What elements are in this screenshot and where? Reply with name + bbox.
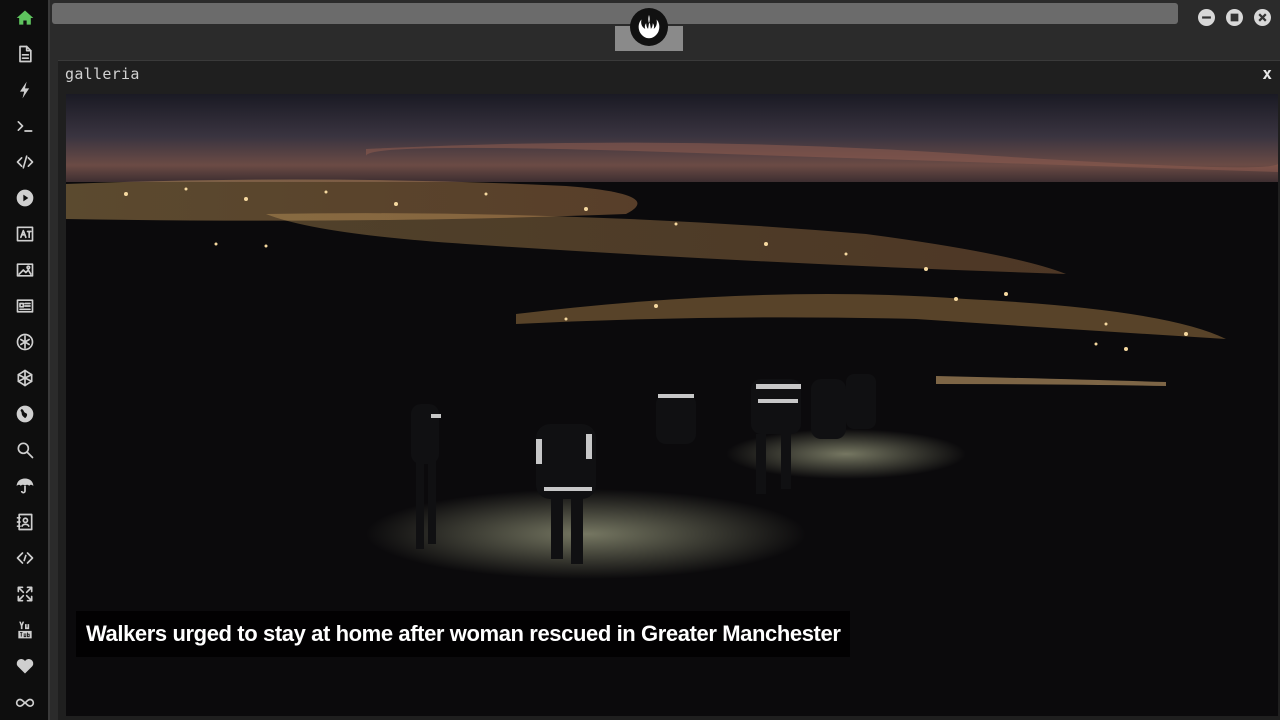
image-icon[interactable] — [13, 258, 37, 282]
document-icon[interactable] — [13, 42, 37, 66]
gallery-panel: galleria x Walkers urged to stay at home… — [58, 60, 1280, 720]
heart-icon[interactable] — [13, 654, 37, 678]
globe-icon[interactable] — [13, 402, 37, 426]
play-icon[interactable] — [13, 186, 37, 210]
panel-title: galleria — [65, 65, 140, 83]
top-bar — [50, 0, 1280, 56]
search-icon[interactable] — [13, 438, 37, 462]
sidebar — [0, 0, 50, 720]
image-caption: Walkers urged to stay at home after woma… — [76, 611, 851, 657]
rebel-alliance-icon — [630, 8, 668, 46]
umbrella-icon[interactable] — [13, 474, 37, 498]
code-icon[interactable] — [13, 150, 37, 174]
youtube-icon[interactable] — [13, 618, 37, 642]
home-icon[interactable] — [13, 6, 37, 30]
minimize-icon[interactable] — [1198, 9, 1215, 26]
diamond-code-icon[interactable] — [13, 546, 37, 570]
newspaper-icon[interactable] — [13, 294, 37, 318]
panel-close-button[interactable]: x — [1262, 64, 1272, 83]
rebel-alliance-icon[interactable] — [13, 330, 37, 354]
translate-icon[interactable] — [13, 222, 37, 246]
expand-arrows-icon[interactable] — [13, 582, 37, 606]
infinity-cloud-icon[interactable] — [13, 690, 37, 714]
close-icon[interactable] — [1254, 9, 1271, 26]
gallery-image[interactable]: Walkers urged to stay at home after woma… — [66, 94, 1278, 716]
address-bar[interactable] — [52, 3, 1178, 24]
maximize-icon[interactable] — [1226, 9, 1243, 26]
lightning-icon[interactable] — [13, 78, 37, 102]
hexagon-mesh-icon[interactable] — [13, 366, 37, 390]
terminal-icon[interactable] — [13, 114, 37, 138]
contact-book-icon[interactable] — [13, 510, 37, 534]
